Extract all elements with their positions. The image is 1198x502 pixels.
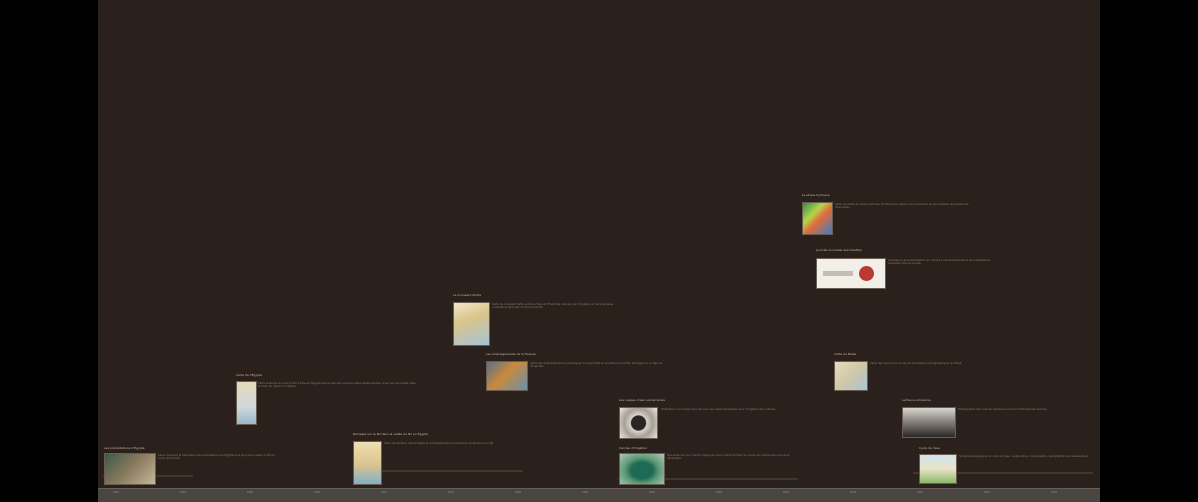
timeline-card[interactable]: Carte du Brésil Carte des ressources en … <box>834 352 1014 394</box>
card-title[interactable]: Carte du Brésil <box>834 352 856 356</box>
axis-tick: 1965 <box>314 491 321 494</box>
timeline-card[interactable]: Le Croissant fertile Carte du Croissant … <box>453 293 633 348</box>
card-title[interactable]: Carte de l'Égypte <box>236 373 262 377</box>
map-thumbnail[interactable] <box>802 202 833 235</box>
card-title[interactable]: Barrages sur le Nil dans la vallée du Ni… <box>353 432 428 436</box>
card-description: Carte des aménagements hydrauliques du p… <box>530 362 663 369</box>
card-description: Illustration d'un forage de puits vers u… <box>661 408 777 411</box>
card-description: Photographie des rives de l'Amazone et d… <box>958 408 1048 411</box>
card-description: Carte illustrant le cours du Nil à trave… <box>258 382 416 389</box>
card-title[interactable]: Les précipitations d'Égypte <box>104 446 145 450</box>
axis-tick: 2005 <box>850 491 857 494</box>
axis-line <box>98 488 1100 489</box>
photo-thumbnail[interactable] <box>902 407 956 438</box>
timeline-card[interactable]: Journée mondiale des toilettes Campagne … <box>816 248 996 293</box>
card-title[interactable]: Cycle de l'eau <box>919 446 940 450</box>
timeline-card[interactable]: Cycle de l'eau Schéma pédagogique du cyc… <box>919 446 1099 486</box>
timeline-card[interactable]: Les aménagements de la Turquie Carte des… <box>486 352 671 394</box>
card-title[interactable]: Le fleuve Amazone <box>902 398 931 402</box>
axis-tick: 2000 <box>783 491 790 494</box>
axis-tick: 1985 <box>582 491 589 494</box>
map-thumbnail[interactable] <box>453 302 490 346</box>
card-description: Carte des ressources en eau et des bassi… <box>870 362 963 365</box>
timeline-canvas[interactable]: Les précipitations d'Égypte Carte montra… <box>98 0 1100 502</box>
card-title[interactable]: Les aménagements de la Turquie <box>486 352 536 356</box>
axis-tick: 1950 <box>113 491 120 494</box>
card-description: Carte montrant la répartition des précip… <box>158 454 275 461</box>
axis-tick: 1960 <box>247 491 254 494</box>
card-description: Vue aérienne d'un champ irrigué par pivo… <box>667 454 790 461</box>
card-title[interactable]: Cercles d'irrigation <box>619 446 647 450</box>
card-title[interactable]: Le Croissant fertile <box>453 293 481 297</box>
card-title[interactable]: Les nappes d'eau souterraines <box>619 398 665 402</box>
axis-tick: 2020 <box>1051 491 1058 494</box>
axis-tick: 1970 <box>381 491 388 494</box>
card-description: Carte du Croissant fertile entre le Tigr… <box>492 303 614 310</box>
map-thumbnail[interactable] <box>486 361 528 391</box>
photo-thumbnail[interactable] <box>619 407 658 439</box>
map-thumbnail[interactable] <box>236 381 257 425</box>
logo-thumbnail[interactable] <box>816 258 886 289</box>
map-thumbnail[interactable] <box>834 361 868 391</box>
timeline-card[interactable]: Barrages sur le Nil dans la vallée du Ni… <box>353 432 523 487</box>
photo-thumbnail[interactable] <box>619 453 665 485</box>
axis-tick: 1980 <box>515 491 522 494</box>
timeline-card[interactable]: Les précipitations d'Égypte Carte montra… <box>104 446 284 486</box>
timeline-card[interactable]: Carte de l'Égypte Carte illustrant le co… <box>236 373 421 428</box>
axis-tick: 1975 <box>448 491 455 494</box>
timeline-axis[interactable]: 1950 1955 1960 1965 1970 1975 1980 1985 … <box>98 488 1100 502</box>
axis-tick: 2010 <box>917 491 924 494</box>
card-title[interactable]: Journée mondiale des toilettes <box>816 248 862 252</box>
diagram-thumbnail[interactable] <box>919 454 957 484</box>
timeline-card[interactable]: Les nappes d'eau souterraines Illustrati… <box>619 398 799 440</box>
axis-tick: 1990 <box>649 491 656 494</box>
map-thumbnail[interactable] <box>353 441 382 485</box>
timeline-card[interactable]: Cercles d'irrigation Vue aérienne d'un c… <box>619 446 799 486</box>
card-title[interactable]: Le stress hydrique <box>802 193 830 197</box>
card-description: Campagne de sensibilisation sur l'accès … <box>888 259 991 266</box>
axis-tick: 2015 <box>984 491 991 494</box>
card-description: Carte de situation des barrages et aména… <box>384 442 494 445</box>
axis-tick: 1955 <box>180 491 187 494</box>
timeline-card[interactable]: Le stress hydrique Carte mondiale du str… <box>802 193 982 238</box>
axis-tick: 1995 <box>716 491 723 494</box>
map-thumbnail[interactable] <box>104 453 156 485</box>
card-description: Schéma pédagogique du cycle de l'eau : é… <box>959 455 1090 458</box>
timeline-card[interactable]: Le fleuve Amazone Photographie des rives… <box>902 398 1082 440</box>
card-description: Carte mondiale du stress hydrique montra… <box>835 203 969 210</box>
